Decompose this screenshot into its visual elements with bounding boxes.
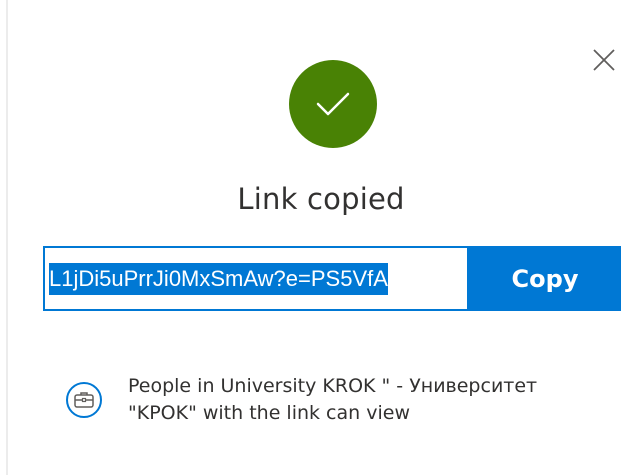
success-badge [289,60,377,148]
briefcase-icon [74,392,94,408]
link-url-text[interactable]: L1jDi5uPrrJi0MxSmAw?e=PS5VfA [49,262,388,295]
close-icon [593,49,615,71]
copy-button[interactable]: Copy [469,246,621,311]
permission-description: People in University KROK " - Университе… [128,375,538,424]
link-field[interactable]: L1jDi5uPrrJi0MxSmAw?e=PS5VfA [43,246,469,311]
close-button[interactable] [588,44,620,76]
panel-divider [6,0,8,475]
permission-settings-button[interactable] [66,382,102,418]
link-row: L1jDi5uPrrJi0MxSmAw?e=PS5VfA Copy [43,246,621,311]
dialog-title: Link copied [237,182,405,216]
share-dialog: Link copied L1jDi5uPrrJi0MxSmAw?e=PS5VfA… [0,0,642,475]
checkmark-icon [316,92,350,116]
